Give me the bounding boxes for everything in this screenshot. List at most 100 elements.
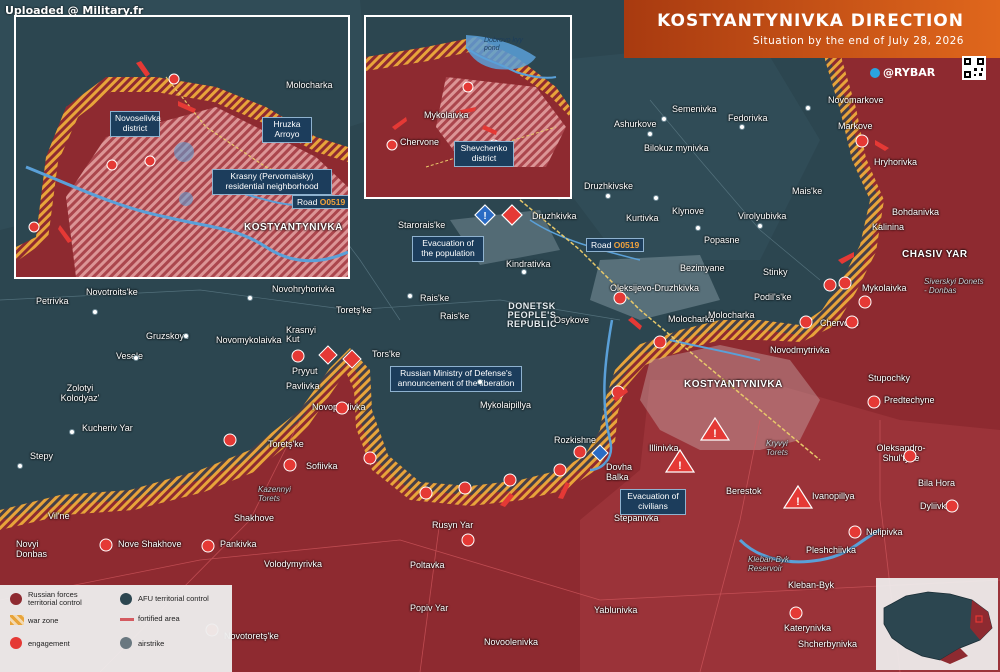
settlement-label: Shcherbynivka [798,639,858,649]
settlement-label: Virolyubivka [738,211,787,221]
inset-callout: Shevchenko district [454,141,514,167]
map-title: KOSTYANTYNIVKA DIRECTION [657,11,964,31]
settlement-label: Novotoretş'ke [224,631,279,641]
legend-label: engagement [28,639,70,648]
evacuation-civilians-callout: Evacuation of civilians [620,489,686,515]
qr-code-icon [962,56,986,80]
settlement-label: Petrivka [36,296,69,306]
legend-label: war zone [28,616,59,625]
inset-label: KOSTYANTYNIVKA [244,222,343,233]
settlement-label: Illinivka [649,443,679,453]
settlement-label: Bila Hora [918,478,956,488]
settlement-label: Rais'ke [440,311,470,321]
title-banner: KOSTYANTYNIVKA DIRECTION Situation by th… [624,0,1000,58]
settlement-label: Markove [838,121,873,131]
settlement-label: CHASIV YAR [902,249,968,260]
settlement-label: Kurtivka [626,213,659,223]
settlement-label: Starorais'ke [398,220,446,230]
settlement-label: Oleksijevo-Druzhkivka [610,283,700,293]
settlement-label: Novoolenivka [484,637,539,647]
settlement-label: Bohdanivka [892,207,940,217]
settlement-label: Osykove [554,315,590,325]
settlement-label: Sofiivka [306,461,338,471]
settlement-label: Berestok [726,486,762,496]
settlement-label: Stinky [763,267,788,277]
settlement-label: Mais'ke [792,186,823,196]
map-subtitle: Situation by the end of July 28, 2026 [752,35,964,47]
settlement-label: Popiv Yar [410,603,449,613]
inset-kostyantynivka-west: Molocharka Novoselivka district Hruzka A… [14,15,350,279]
settlement-label: Poltavka [410,560,445,570]
settlement-label: Pryyut [292,366,318,376]
settlement-label: Volodymyrivka [264,559,323,569]
settlement-label: Molocharka [708,310,755,320]
brand-label: @RYBAR [870,66,935,79]
legend-label: fortified area [138,614,180,623]
inset-callout: Hruzka Arroyo [262,117,312,143]
inset-label: Dobrovo kyy pond [484,37,523,52]
settlement-label: Kindrativka [506,259,551,269]
minimap-shape [883,591,993,664]
legend-label: Russian forces territorial control [28,590,82,608]
settlement-label: Vil'ne [48,511,70,521]
settlement-label: Novotroits'ke [86,287,138,297]
legend-label: airstrike [138,639,165,648]
river-label: Kryvyi Torets [766,439,788,457]
settlement-label: Novomykolaivka [216,335,282,345]
settlement-label: Novomarkove [828,95,884,105]
settlement-label: Kucheriv Yar [82,423,133,433]
settlement-label: Hryhorivka [874,157,918,167]
settlement-label: Vesele [116,351,144,361]
settlement-label: Predtechyne [884,395,935,405]
road-label: Road O0519 [586,238,645,252]
settlement-label: Mykolaivka [862,283,907,293]
war-zone-swatch [10,615,24,625]
telegram-icon [870,68,880,78]
settlement-label: Bezimyane [680,263,725,273]
settlement-label: Oleksandro-Shul'tyne [876,443,926,463]
fortified-line-swatch [120,618,134,621]
settlement-label: Mykolaipillya [480,400,532,410]
inset-label: Chervone [400,137,440,147]
settlement-label: Novyi Donbas [16,539,48,559]
settlement-label: Podil's'ke [754,292,792,302]
settlement-label: Shakhove [234,513,275,523]
russian-control-swatch [10,593,22,605]
settlement-label: Stepanivka [614,513,659,523]
engagement-icon [10,637,22,649]
legend-label: AFU territorial control [138,594,209,603]
settlement-label: Kalinina [872,222,905,232]
inset-label: Mykolaivka [424,110,469,120]
reservoir-label: Kleban-Byk Reservoir [748,555,789,573]
settlement-label: Dyliivka [920,501,952,511]
settlement-label: Druzhkivka [532,211,577,221]
settlement-label: Bilokuz mynivka [644,143,709,153]
settlement-label: Fedorivka [728,113,768,123]
settlement-label: Dovha Balka [606,462,633,482]
settlement-label: Novopavlivka [312,402,366,412]
inset-mykolaivka: Dobrovo kyy pond Mykolaivka Chervone She… [364,15,572,199]
settlement-label: Katerynivka [784,623,832,633]
settlement-label: Nelipivka [866,527,903,537]
inset-base [16,17,348,277]
settlement-label: Zolotyi Kolodyaz' [60,383,100,403]
inset-label: Molocharka [286,80,333,90]
settlement-label: Toretş'ke [336,305,372,315]
airstrike-icon [120,637,132,649]
settlement-label: Nove Shakhove [118,539,182,549]
settlement-label: Chervone [820,318,860,328]
settlement-label: Krasnyi Kut [286,325,317,344]
brand-text: @RYBAR [883,66,936,79]
settlement-label: Ashurkove [614,119,657,129]
settlement-label: Pankivka [220,539,257,549]
inset-base [366,17,570,197]
settlement-label: Kleban-Byk [788,580,835,590]
canal-label: Siverskyi Donets - Donbas [924,277,984,295]
inset-callout: Krasny (Pervomaisky) residential neighbo… [212,169,332,195]
settlement-label: Yablunivka [594,605,638,615]
settlement-label: Novodmytrivka [770,345,830,355]
settlement-label: Rais'ke [420,293,450,303]
settlement-label: Semenivka [672,104,717,114]
settlement-label: Klynove [672,206,705,216]
ukraine-minimap [876,578,998,670]
